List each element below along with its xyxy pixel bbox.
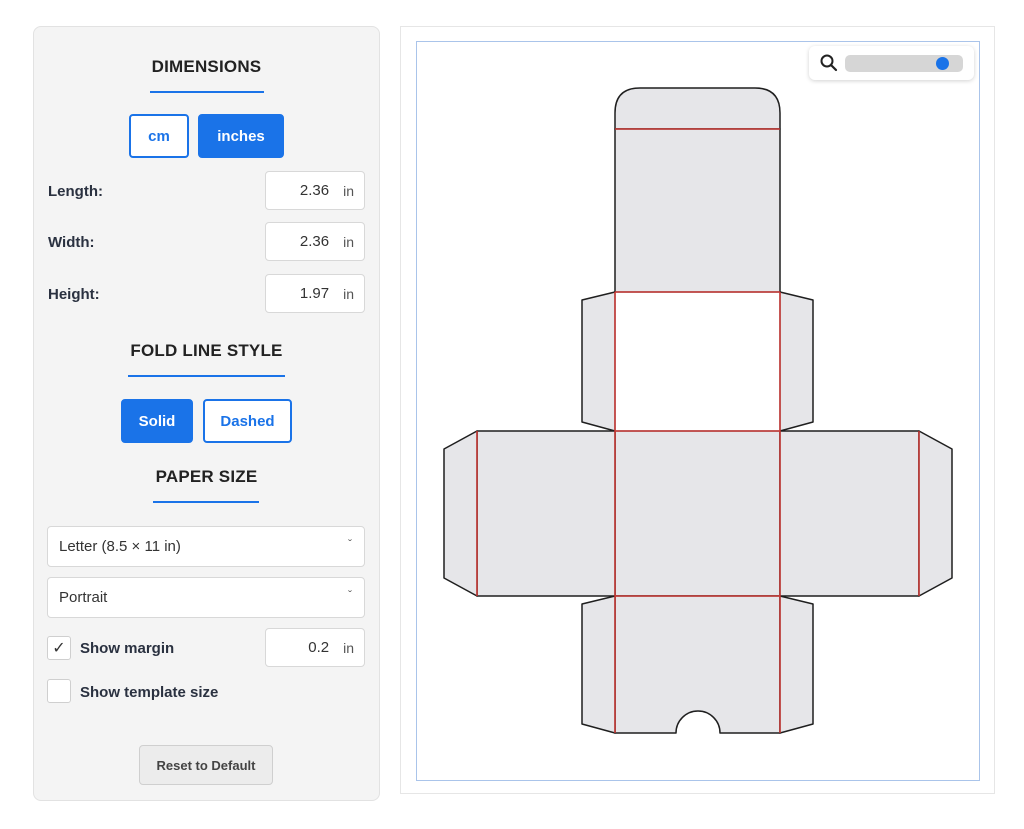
- width-value: 2.36: [299, 233, 330, 250]
- zoom-slider-thumb[interactable]: [935, 57, 949, 70]
- fold-line-style-title: FOLD LINE STYLE: [130, 341, 283, 360]
- dust-flap-lower-right: [779, 595, 814, 734]
- paper-size-value: Letter (8.5 × 11 in): [59, 538, 181, 555]
- width-label: Width:: [48, 234, 95, 251]
- margin-value: 0.2: [308, 639, 330, 656]
- fold-dashed-button[interactable]: Dashed: [203, 399, 292, 443]
- fold-line-underline: [128, 375, 285, 377]
- dust-flap-upper-right: [779, 291, 814, 432]
- width-input[interactable]: 2.36 in: [265, 222, 365, 261]
- dust-flap-lower-left: [581, 595, 616, 734]
- show-margin-checkbox[interactable]: ✓: [47, 636, 71, 660]
- margin-unit: in: [343, 639, 354, 656]
- height-label: Height:: [48, 286, 100, 303]
- check-icon: ✓: [52, 640, 66, 657]
- top-panel: [614, 128, 781, 293]
- bottom-panel: [614, 595, 781, 734]
- dust-flap-upper-left: [581, 291, 616, 432]
- paper-size-select[interactable]: Letter (8.5 × 11 in) ˇ: [47, 526, 365, 567]
- unit-inches-button[interactable]: inches: [198, 114, 284, 158]
- reset-to-default-button[interactable]: Reset to Default: [139, 745, 273, 785]
- paper-size-underline: [153, 501, 259, 503]
- right-side-panel: [779, 430, 920, 597]
- zoom-slider-track[interactable]: [845, 55, 963, 72]
- show-template-size-label: Show template size: [80, 684, 219, 701]
- search-icon: [820, 54, 838, 72]
- chevron-down-icon: ˇ: [348, 537, 352, 551]
- show-template-size-checkbox[interactable]: [47, 679, 71, 703]
- width-unit: in: [343, 233, 354, 250]
- length-label: Length:: [48, 183, 103, 200]
- height-input[interactable]: 1.97 in: [265, 274, 365, 313]
- box-template-net: [443, 87, 953, 734]
- chevron-down-icon: ˇ: [348, 588, 352, 602]
- center-panel: [614, 430, 781, 597]
- show-margin-label: Show margin: [80, 640, 175, 657]
- height-unit: in: [343, 285, 354, 302]
- orientation-select[interactable]: Portrait ˇ: [47, 577, 365, 618]
- margin-input[interactable]: 0.2 in: [265, 628, 365, 667]
- template-preview: [400, 26, 995, 794]
- tuck-flap: [614, 87, 781, 130]
- left-end-flap: [443, 430, 478, 597]
- length-unit: in: [343, 182, 354, 199]
- dimensions-title: DIMENSIONS: [151, 57, 262, 76]
- settings-sidebar: DIMENSIONS cm inches Length: 2.36 in Wid…: [33, 26, 380, 801]
- orientation-value: Portrait: [59, 589, 108, 606]
- length-input[interactable]: 2.36 in: [265, 171, 365, 210]
- unit-cm-button[interactable]: cm: [129, 114, 189, 158]
- fold-solid-button[interactable]: Solid: [121, 399, 193, 443]
- right-end-flap: [918, 430, 953, 597]
- paper-size-title: PAPER SIZE: [155, 467, 258, 486]
- dimensions-underline: [150, 91, 264, 93]
- zoom-control[interactable]: [809, 46, 974, 80]
- length-value: 2.36: [299, 182, 330, 199]
- left-side-panel: [476, 430, 616, 597]
- height-value: 1.97: [299, 285, 330, 302]
